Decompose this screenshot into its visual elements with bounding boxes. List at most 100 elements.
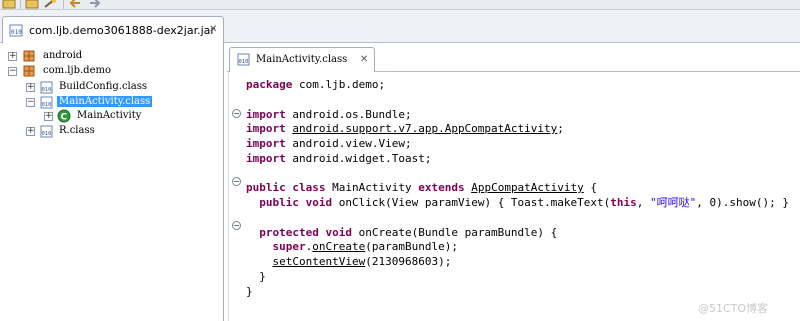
- class-file-icon: 010: [237, 53, 251, 69]
- code-line: public void onClick(View paramView) { To…: [246, 196, 789, 211]
- class-file-icon: 010: [40, 125, 54, 138]
- code-line: import android.support.v7.app.AppCompatA…: [246, 122, 564, 136]
- keyword: public: [246, 181, 286, 195]
- code-link[interactable]: onCreate: [312, 240, 365, 253]
- code-line: package com.ljb.demo;: [246, 78, 789, 93]
- tree-item-r-class[interactable]: + 010 R.class: [0, 124, 220, 139]
- tree-item-android[interactable]: + android: [0, 49, 220, 64]
- code-link[interactable]: setContentView: [273, 255, 366, 268]
- editor-tab-label: MainActivity.class: [256, 54, 348, 65]
- back-arrow-icon[interactable]: [68, 0, 82, 9]
- keyword: public: [259, 196, 299, 209]
- code-line: import android.widget.Toast;: [246, 151, 432, 165]
- jar-file-icon: 010: [9, 23, 25, 40]
- expand-icon[interactable]: +: [44, 112, 53, 121]
- code-text: {: [583, 181, 598, 195]
- code-text: android.view.View: [292, 137, 405, 150]
- keyword: void: [325, 225, 352, 239]
- toolbar-separator: [63, 0, 64, 9]
- tab-mainactivity-class[interactable]: 010 MainActivity.class ✕: [229, 47, 375, 72]
- code-line: }: [246, 270, 789, 285]
- keyword: extends: [418, 181, 465, 195]
- tree-item-mainactivity[interactable]: + C MainActivity: [0, 109, 220, 124]
- tree-item-label: MainActivity: [77, 110, 142, 121]
- fold-icon[interactable]: −: [232, 177, 241, 186]
- fold-icon[interactable]: −: [232, 109, 241, 118]
- svg-text:C: C: [61, 113, 68, 123]
- code-text: onClick(View paramView) { Toast.makeText…: [332, 196, 611, 209]
- tree-item-mainactivity-class[interactable]: − 010 MainActivity.class: [0, 95, 220, 110]
- code-text: android.widget.Toast: [292, 151, 425, 165]
- package-icon: [23, 50, 35, 62]
- tab-jar-file[interactable]: 010 com.ljb.demo3061888-dex2jar.jar ✕: [2, 16, 224, 43]
- code-link[interactable]: android.support.v7.app.AppCompatActivity: [292, 122, 557, 135]
- keyword: import: [246, 122, 286, 136]
- keyword: void: [305, 196, 333, 209]
- code-text: com.ljb.demo;: [292, 78, 386, 91]
- editor-gutter: − − −: [229, 72, 243, 321]
- class-tree: + android − com.ljb.demo + 010 BuildConf…: [0, 43, 224, 321]
- class-file-icon: 010: [40, 81, 54, 94]
- code-line: public class MainActivity extends AppCom…: [246, 181, 789, 196]
- code-line: setContentView(2130968603);: [246, 255, 789, 270]
- class-icon: C: [57, 109, 71, 123]
- jar-file-label: com.ljb.demo3061888-dex2jar.jar: [29, 24, 215, 37]
- code-text: }: [259, 269, 266, 283]
- expand-icon[interactable]: +: [8, 52, 17, 61]
- tree-item-label: com.ljb.demo: [43, 65, 111, 76]
- keyword: import: [246, 107, 286, 121]
- close-icon[interactable]: ✕: [209, 25, 217, 35]
- code-text: ,: [636, 196, 651, 209]
- tree-item-com-ljb-demo[interactable]: − com.ljb.demo: [0, 64, 220, 79]
- keyword: import: [246, 137, 286, 150]
- expand-icon[interactable]: +: [26, 83, 35, 92]
- code-text: onCreate(Bundle paramBundle) {: [351, 225, 558, 239]
- editor-tab-strip: 010 MainActivity.class ✕: [227, 43, 800, 72]
- svg-text:010: 010: [11, 29, 22, 36]
- package-icon: [23, 65, 35, 77]
- close-icon[interactable]: ✕: [360, 55, 368, 65]
- svg-text:010: 010: [42, 102, 52, 108]
- file-tab-strip: 010 com.ljb.demo3061888-dex2jar.jar ✕: [0, 10, 800, 43]
- tree-item-buildconfig[interactable]: + 010 BuildConfig.class: [0, 80, 220, 95]
- code-line: import android.os.Bundle;: [246, 107, 412, 121]
- tree-item-label: BuildConfig.class: [59, 81, 147, 92]
- collapse-icon[interactable]: −: [26, 98, 35, 107]
- toolbar: [0, 0, 800, 10]
- tree-item-label: MainActivity.class: [57, 96, 153, 107]
- save-icon[interactable]: [25, 0, 39, 9]
- toolbar-separator: [20, 0, 21, 9]
- fold-icon[interactable]: −: [232, 221, 241, 230]
- watermark: @51CTO博客: [698, 302, 769, 315]
- expand-icon[interactable]: +: [26, 127, 35, 136]
- svg-text:010: 010: [239, 59, 249, 65]
- code-text: MainActivity: [325, 181, 419, 195]
- code-text: android.os.Bundle: [292, 107, 405, 121]
- code-line: super.onCreate(paramBundle);: [246, 240, 789, 255]
- wand-icon[interactable]: [43, 0, 57, 9]
- code-link[interactable]: AppCompatActivity: [471, 181, 584, 194]
- svg-text:010: 010: [42, 87, 52, 93]
- keyword: protected: [259, 225, 319, 239]
- code-line: import android.view.View;: [246, 137, 412, 150]
- forward-arrow-icon[interactable]: [88, 0, 102, 9]
- code-text: (paramBundle);: [365, 240, 458, 254]
- open-folder-icon[interactable]: [2, 0, 16, 9]
- keyword: import: [246, 151, 286, 165]
- code-line: protected void onCreate(Bundle paramBund…: [246, 226, 789, 241]
- code-editor[interactable]: − − − package com.ljb.demo; import andro…: [228, 72, 800, 321]
- keyword: class: [292, 181, 326, 195]
- collapse-icon[interactable]: −: [8, 67, 17, 76]
- string-literal: "呵呵哒": [650, 196, 697, 209]
- tree-item-label: R.class: [59, 125, 95, 136]
- code-line: }: [246, 285, 789, 300]
- keyword: super: [272, 240, 306, 254]
- class-file-icon: 010: [40, 96, 54, 109]
- keyword: this: [610, 196, 637, 209]
- tree-item-label: android: [43, 50, 83, 61]
- code-text: , 0).show(); }: [696, 196, 789, 209]
- decompiled-source: package com.ljb.demo; import android.os.…: [246, 78, 789, 299]
